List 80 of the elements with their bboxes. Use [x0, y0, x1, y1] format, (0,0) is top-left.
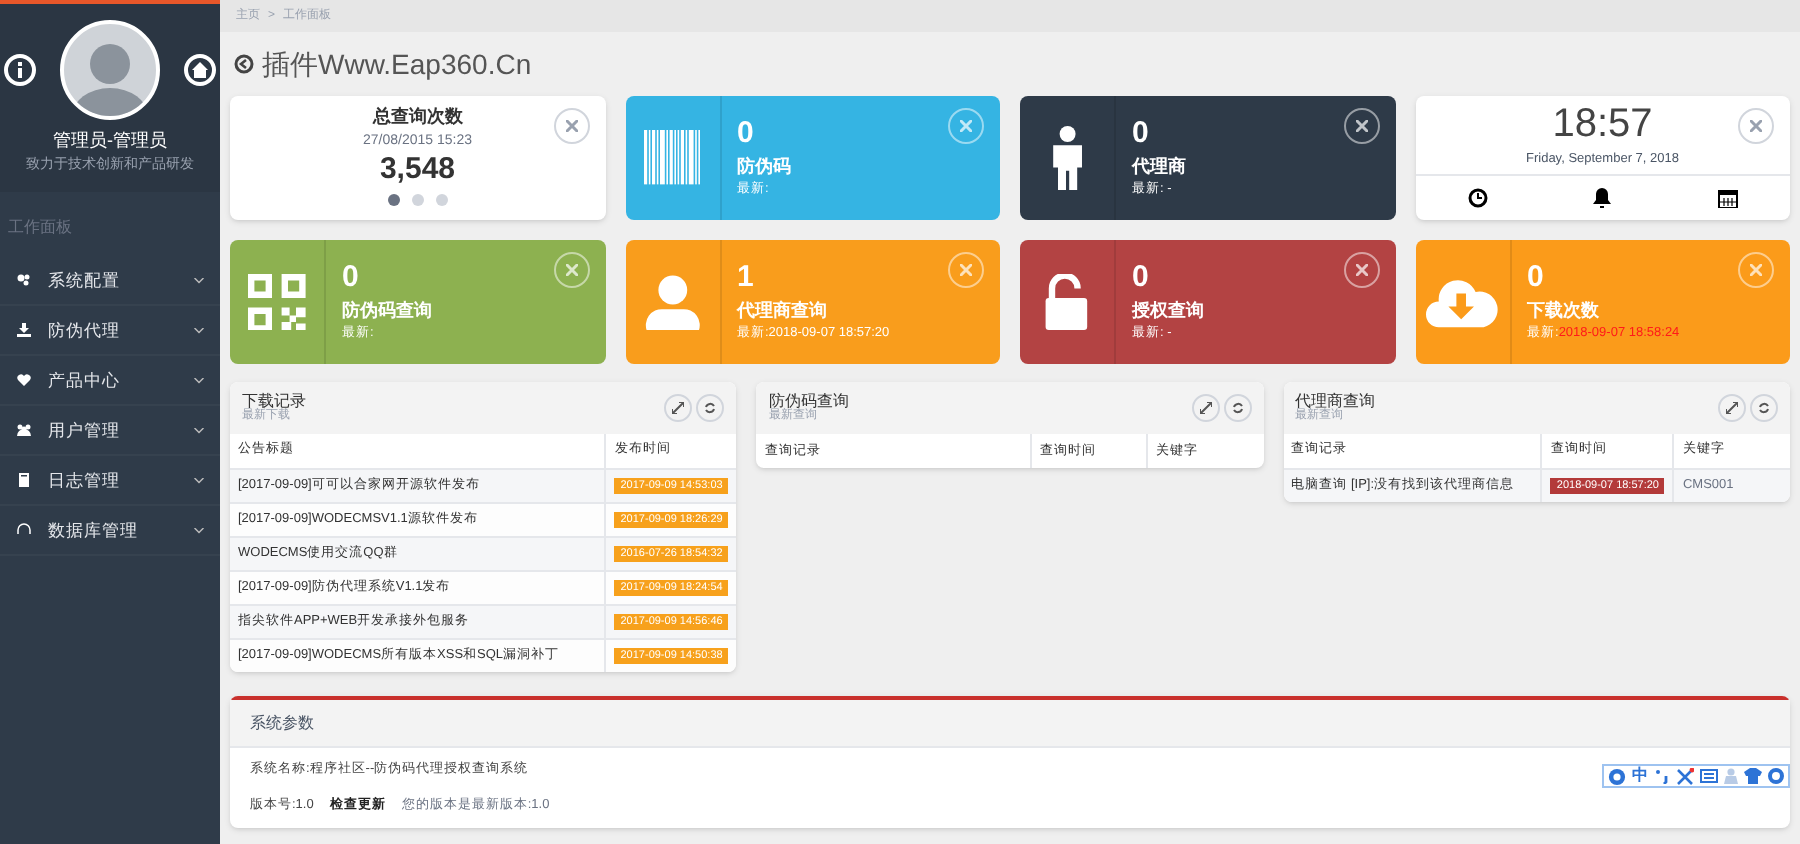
panel-title: 防伪码查询	[768, 394, 849, 410]
refresh-button[interactable]	[1223, 394, 1252, 422]
expand-button[interactable]	[1717, 394, 1746, 422]
close-icon	[565, 120, 577, 132]
menu-item[interactable]: 产品中心	[0, 356, 220, 406]
refresh-button[interactable]	[696, 394, 725, 422]
scissors-icon	[1676, 767, 1694, 785]
refresh-icon	[704, 402, 717, 414]
book-icon	[16, 472, 32, 488]
person-icon	[1049, 126, 1085, 190]
clock-icon	[1467, 187, 1488, 208]
panel-title: 系统参数	[250, 711, 314, 735]
calendar-icon	[1717, 187, 1738, 208]
chevron-down-icon	[194, 427, 204, 433]
close-icon	[1750, 120, 1762, 132]
chevron-down-icon	[194, 527, 204, 533]
bell-button[interactable]	[1588, 183, 1617, 212]
menu-item[interactable]: 防伪代理	[0, 306, 220, 356]
user-name: 管理员-管理员	[53, 128, 167, 154]
tile-value: 0	[1132, 116, 1151, 154]
menu-item[interactable]: 数据库管理	[0, 506, 220, 556]
tile-value: 0	[342, 260, 361, 298]
cloud-download-icon	[1426, 276, 1498, 328]
home-icon	[192, 62, 208, 78]
tile-value: 1	[737, 260, 756, 298]
page-title: 插件Www.Eap360.Cn	[262, 45, 532, 84]
close-icon	[1355, 264, 1367, 276]
refresh-button[interactable]	[1749, 394, 1778, 422]
tile-value: 0	[1132, 260, 1151, 298]
panel-title: 代理商查询	[1295, 394, 1376, 410]
bell-icon	[1592, 187, 1613, 208]
close-icon	[1355, 120, 1367, 132]
tile-label: 授权查询	[1132, 297, 1204, 324]
info-button[interactable]	[4, 54, 36, 86]
clock-button[interactable]	[1463, 183, 1492, 212]
card-value: 3,548	[379, 152, 456, 190]
expand-button[interactable]	[1191, 394, 1220, 422]
chevron-down-icon	[194, 327, 204, 333]
home-button[interactable]	[184, 54, 216, 86]
keyboard-icon	[1700, 768, 1718, 784]
close-icon	[960, 264, 972, 276]
expand-icon	[672, 402, 685, 414]
chevron-down-icon	[194, 277, 204, 283]
menu-item[interactable]: 用户管理	[0, 406, 220, 456]
barcode-icon	[643, 130, 701, 186]
download-icon	[16, 322, 32, 338]
menu-item[interactable]: 日志管理	[0, 456, 220, 506]
tile-label: 防伪码	[737, 153, 791, 180]
punctuation-icon	[1654, 768, 1670, 784]
user-icon	[643, 273, 701, 331]
panel-title: 下载记录	[242, 394, 306, 410]
open-padlock-icon	[1044, 273, 1090, 331]
tile-label: 代理商	[1132, 153, 1186, 180]
shirt-icon	[1744, 768, 1762, 784]
info-icon	[14, 62, 26, 78]
users-icon	[16, 422, 32, 438]
tile-label: 下载次数	[1527, 297, 1601, 324]
person-icon	[1724, 768, 1738, 784]
heart-icon	[16, 372, 32, 388]
expand-icon	[1725, 402, 1738, 414]
refresh-icon	[1231, 402, 1244, 414]
qr-code-icon	[248, 273, 306, 331]
clock-time: 18:57	[1552, 100, 1653, 150]
refresh-icon	[1757, 402, 1770, 414]
ime-mode-button[interactable]: 中	[1632, 768, 1648, 784]
close-icon	[1750, 264, 1762, 276]
back-circle-icon	[234, 54, 254, 74]
expand-button[interactable]	[664, 394, 693, 422]
tile-value: 0	[737, 116, 756, 154]
tile-label: 防伪码查询	[342, 297, 432, 324]
card-title: 总查询次数	[372, 104, 463, 130]
expand-icon	[1199, 402, 1212, 414]
tile-value: 0	[1527, 260, 1546, 298]
chevron-down-icon	[194, 377, 204, 383]
chevron-down-icon	[194, 477, 204, 483]
tile-label: 代理商查询	[737, 297, 829, 324]
menu-item[interactable]: 系统配置	[0, 256, 220, 306]
close-icon	[960, 120, 972, 132]
close-icon	[565, 264, 577, 276]
section-label: 工作面板	[6, 216, 74, 240]
